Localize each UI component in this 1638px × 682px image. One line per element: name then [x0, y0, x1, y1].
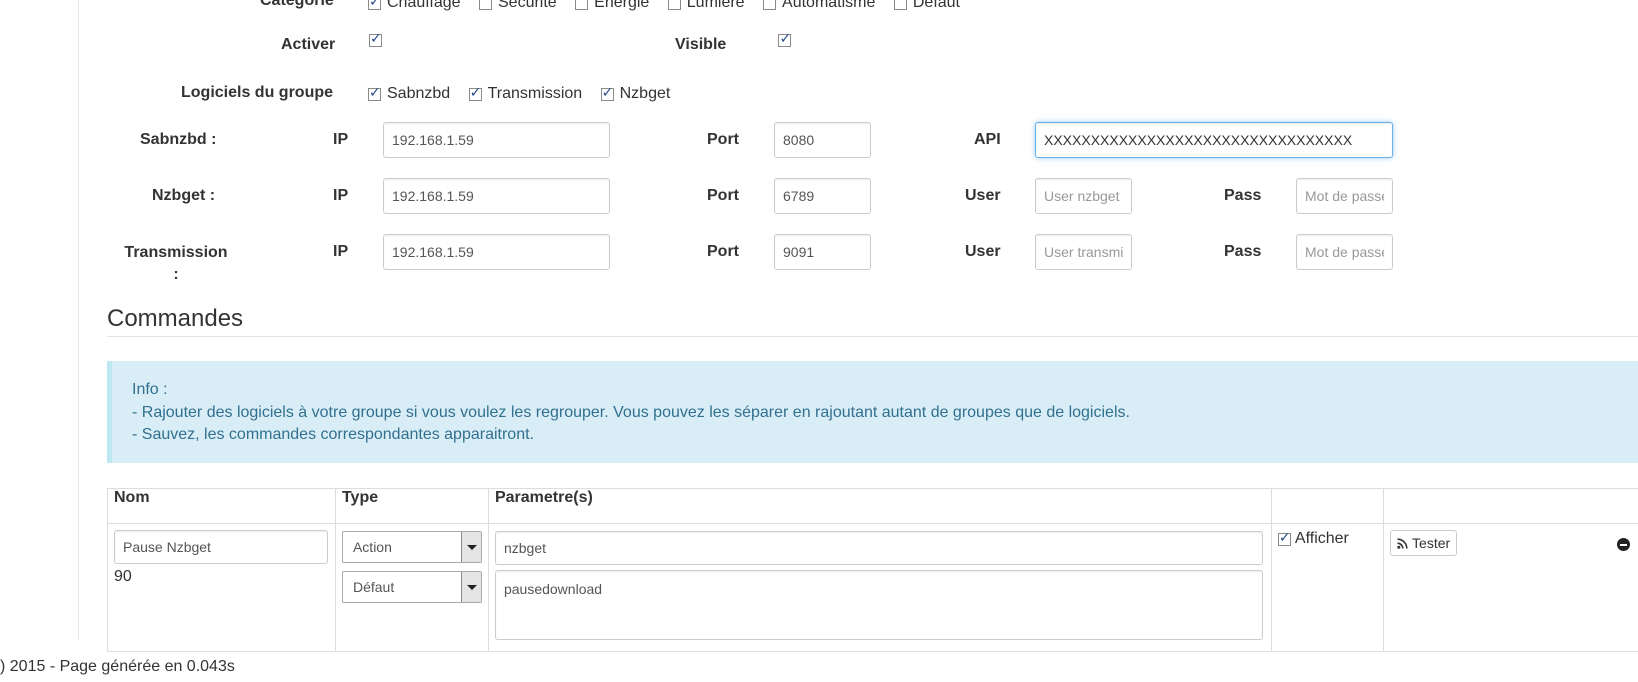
checkbox[interactable]	[468, 85, 482, 101]
categorie-option[interactable]: Chauffage	[368, 0, 461, 11]
checkbox[interactable]	[575, 0, 589, 10]
nzbget-pass-input[interactable]	[1296, 178, 1393, 214]
nzbget-label: Nzbget :	[152, 187, 216, 204]
column-header-nom: Nom	[107, 488, 336, 524]
info-alert: Info : - Rajouter des logiciels à votre …	[107, 361, 1638, 463]
info-line: - Sauvez, les commandes correspondantes …	[132, 426, 534, 443]
checkbox[interactable]	[667, 0, 681, 10]
transmission-pass-label: Pass	[1224, 243, 1262, 260]
categorie-options: Chauffage Sécurité Energie Lumière Autom…	[368, 0, 960, 12]
info-line: - Rajouter des logiciels à votre groupe …	[132, 403, 1130, 421]
checkbox[interactable]	[600, 85, 614, 101]
categorie-label: Catégorie	[260, 0, 334, 9]
nzbget-pass-label: Pass	[1224, 187, 1262, 204]
tester-button[interactable]: Tester	[1390, 530, 1458, 556]
visible-checkbox[interactable]	[778, 31, 792, 48]
logiciel-option-transmission[interactable]: Transmission	[468, 85, 582, 102]
nzbget-user-input[interactable]	[1035, 178, 1132, 214]
nzbget-ip-input[interactable]	[383, 178, 610, 214]
categorie-option[interactable]: Automatisme	[763, 0, 875, 11]
checkbox[interactable]	[368, 0, 381, 10]
logiciel-option-sabnzbd[interactable]: Sabnzbd	[368, 85, 450, 102]
categorie-option[interactable]: Energie	[575, 0, 649, 11]
param1-input[interactable]	[494, 531, 1263, 565]
table-header-row: Nom Type Parametre(s)	[107, 488, 1638, 524]
nzbget-port-label: Port	[707, 187, 739, 204]
command-id: 90	[114, 568, 132, 585]
transmission-port-label: Port	[707, 243, 739, 260]
transmission-user-label: User	[965, 243, 1001, 260]
checkbox[interactable]	[893, 0, 907, 10]
cell-actions: Tester	[1383, 523, 1638, 652]
content-left-border	[78, 0, 79, 640]
sabnzbd-port-input[interactable]	[774, 122, 871, 158]
subtype-select[interactable]: Défaut	[341, 571, 482, 603]
transmission-ip-label: IP	[333, 243, 349, 260]
logiciel-option-nzbget[interactable]: Nzbget	[600, 85, 670, 102]
checkbox[interactable]	[479, 0, 492, 10]
sabnzbd-ip-label: IP	[333, 131, 349, 148]
type-select[interactable]: Action	[341, 531, 482, 563]
cell-afficher: Afficher	[1270, 523, 1385, 652]
footer-text: ) 2015 - Page générée en 0.043s	[0, 658, 235, 675]
type-select-value: Action	[352, 539, 392, 555]
categorie-option[interactable]: Défaut	[893, 0, 960, 11]
param2-textarea[interactable]: pausedownload	[494, 570, 1263, 640]
cell-parametres: pausedownload	[487, 523, 1272, 652]
cell-nom: 90	[107, 523, 336, 652]
rss-icon	[1397, 538, 1408, 549]
sabnzbd-port-label: Port	[707, 131, 739, 148]
sabnzbd-api-label: API	[974, 131, 1001, 148]
sabnzbd-ip-input[interactable]	[383, 122, 610, 158]
transmission-user-input[interactable]	[1035, 234, 1132, 270]
section-divider	[107, 336, 1638, 337]
info-title: Info :	[132, 381, 168, 398]
activer-checkbox[interactable]	[369, 31, 382, 48]
sabnzbd-label: Sabnzbd :	[140, 131, 217, 148]
commandes-title: Commandes	[107, 305, 244, 332]
chevron-down-icon	[460, 532, 481, 562]
nzbget-port-input[interactable]	[774, 178, 871, 214]
commands-table: Nom Type Parametre(s) 90 Action Défaut	[107, 488, 1638, 652]
transmission-label: Transmission :	[124, 244, 228, 283]
categorie-option[interactable]: Sécurité	[479, 0, 557, 11]
column-header-type: Type	[334, 488, 489, 524]
cell-type: Action Défaut	[334, 523, 489, 652]
chevron-down-icon	[460, 572, 481, 602]
table-row: 90 Action Défaut pausedownload Afficher	[107, 523, 1638, 652]
logiciels-label: Logiciels du groupe	[181, 84, 334, 101]
activer-label: Activer	[281, 36, 336, 53]
logiciels-options: Sabnzbd Transmission Nzbget	[368, 85, 670, 103]
categorie-option[interactable]: Lumière	[667, 0, 745, 11]
subtype-select-value: Défaut	[352, 579, 395, 595]
minus-circle-icon[interactable]	[1617, 538, 1630, 551]
nzbget-ip-label: IP	[333, 187, 349, 204]
checkbox[interactable]	[368, 85, 381, 101]
transmission-pass-input[interactable]	[1296, 234, 1393, 270]
visible-label: Visible	[675, 36, 727, 53]
transmission-port-input[interactable]	[774, 234, 871, 270]
column-header-actions	[1383, 488, 1638, 524]
command-name-input[interactable]	[114, 530, 328, 564]
column-header-afficher	[1270, 488, 1385, 524]
afficher-checkbox[interactable]	[1277, 530, 1291, 546]
nzbget-user-label: User	[965, 187, 1001, 204]
sabnzbd-api-input[interactable]	[1035, 122, 1393, 158]
column-header-parametres: Parametre(s)	[487, 488, 1272, 524]
afficher-option[interactable]: Afficher	[1277, 530, 1349, 547]
transmission-ip-input[interactable]	[383, 234, 610, 270]
checkbox[interactable]	[763, 0, 777, 10]
